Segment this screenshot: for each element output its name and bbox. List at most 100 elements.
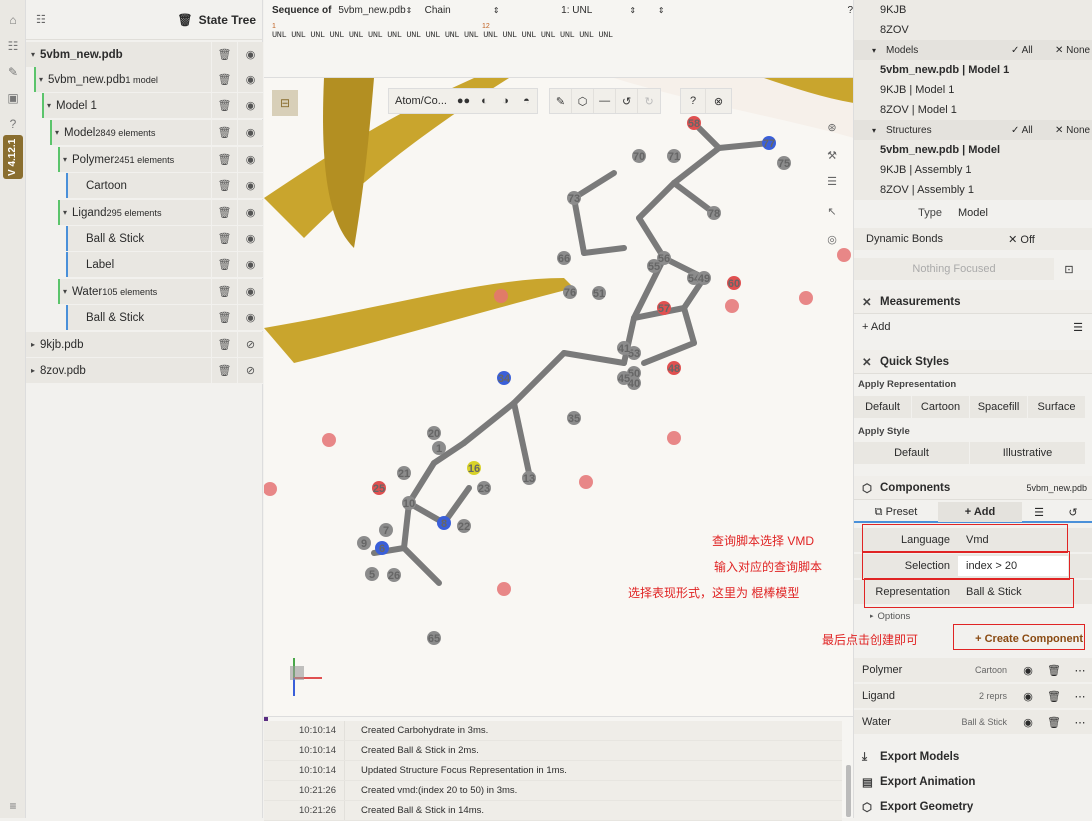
brush-icon[interactable]: ✎: [550, 89, 573, 113]
water-molecule[interactable]: [322, 433, 336, 447]
representation-button[interactable]: Spacefill: [970, 396, 1027, 418]
water-molecule[interactable]: [725, 299, 739, 313]
trash-icon[interactable]: 🗑: [211, 146, 237, 173]
sliders-icon[interactable]: ☰: [1022, 506, 1056, 519]
trash-icon[interactable]: 🗑: [211, 92, 237, 119]
structure-select[interactable]: 5vbm_new.pdb: [338, 5, 405, 16]
pencil-icon[interactable]: ✎: [5, 64, 21, 80]
eye-icon[interactable]: ◉: [1015, 690, 1041, 703]
molecule-canvas[interactable]: 58777570 717856735554 60485157535049764140…: [264, 78, 853, 716]
select-none-structures[interactable]: ✕ None: [1055, 125, 1092, 136]
tree-row[interactable]: Label 🗑 ◉: [66, 251, 263, 278]
close-icon[interactable]: ⊗: [706, 89, 731, 113]
structure-item[interactable]: 8ZOV | Assembly 1: [854, 180, 1092, 200]
select-all-models[interactable]: ✓ All: [1011, 45, 1055, 56]
trash-icon[interactable]: 🗑: [211, 251, 237, 278]
sliders-icon[interactable]: ☰: [1063, 321, 1092, 334]
eye-icon[interactable]: ◉: [237, 41, 263, 68]
eye-off-icon[interactable]: ⊘: [237, 357, 263, 384]
water-molecule[interactable]: [264, 482, 277, 496]
eye-icon[interactable]: ◉: [1015, 664, 1041, 677]
chevron-icon[interactable]: ▾: [26, 50, 40, 59]
lock-icon[interactable]: ⊟: [272, 90, 298, 116]
tree-row[interactable]: ▾ Polymer 2451 elements 🗑 ◉: [58, 146, 263, 173]
chevron-icon[interactable]: ▾: [50, 128, 64, 137]
trash-icon[interactable]: 🗑: [177, 13, 192, 27]
type-select[interactable]: Model: [950, 207, 988, 219]
tree-row[interactable]: ▾ Water 105 elements 🗑 ◉: [58, 278, 263, 305]
dynamic-bonds-toggle[interactable]: ✕ Off: [950, 233, 1092, 246]
eye-icon[interactable]: ◉: [237, 146, 263, 173]
eye-icon[interactable]: ◉: [237, 225, 263, 252]
representation-button[interactable]: Cartoon: [912, 396, 969, 418]
trash-icon[interactable]: 🗑: [1041, 690, 1067, 703]
water-molecule[interactable]: [579, 475, 593, 489]
chevron-icon[interactable]: ▾: [58, 208, 72, 217]
mode-label[interactable]: Atom/Co...: [389, 95, 453, 107]
minus-icon[interactable]: —: [594, 89, 617, 113]
toggle-icon[interactable]: ◓: [516, 89, 537, 113]
model-item[interactable]: 5vbm_new.pdb | Model 1: [854, 60, 1092, 80]
focus-icon[interactable]: ◎: [820, 228, 844, 252]
preset-button[interactable]: ⧉ Preset: [854, 506, 938, 519]
chevron-icon[interactable]: ▸: [26, 366, 40, 375]
trash-icon[interactable]: 🗑: [1041, 716, 1067, 729]
log-scrollbar[interactable]: [846, 765, 851, 817]
tree-row[interactable]: ▾ 5vbm_new.pdb 1 model 🗑 ◉: [34, 66, 263, 93]
component-row[interactable]: Polymer Cartoon ◉ 🗑 ⋯: [854, 658, 1092, 682]
focus-icon[interactable]: ⊡: [1054, 263, 1084, 276]
3d-viewport[interactable]: 58 77 75 70 71 78 56 73 55 54 60 48 51 57 53 50 49 76 41 40…: [264, 78, 853, 716]
trash-icon[interactable]: 🗑: [211, 172, 237, 199]
chevron-icon[interactable]: ▾: [58, 155, 72, 164]
trash-icon[interactable]: 🗑: [211, 225, 237, 252]
eye-icon[interactable]: ◉: [237, 92, 263, 119]
tree-row[interactable]: ▸ 9kjb.pdb 🗑 ⊘: [26, 331, 263, 358]
history-icon[interactable]: ↺: [616, 89, 639, 113]
wrench-icon[interactable]: ⚒: [820, 144, 844, 168]
chain-select[interactable]: 1: UNL: [561, 5, 629, 16]
eye-icon[interactable]: ◉: [237, 66, 263, 93]
tree-row[interactable]: ▾ Ligand 295 elements 🗑 ◉: [58, 199, 263, 226]
toggle-icon[interactable]: ●●: [453, 89, 474, 113]
list-item[interactable]: 8ZOV: [854, 20, 1092, 40]
representation-button[interactable]: Surface: [1028, 396, 1085, 418]
sequence-residues[interactable]: UNL UNL UNL UNL UNL UNL UNL UNL UNL UNL …: [272, 30, 613, 40]
help-icon[interactable]: ?: [5, 116, 21, 132]
structure-item[interactable]: 5vbm_new.pdb | Model: [854, 140, 1092, 160]
more-icon[interactable]: ⋯: [1067, 690, 1092, 703]
tree-row[interactable]: Ball & Stick 🗑 ◉: [66, 225, 263, 252]
toggle-icon[interactable]: ◐: [474, 89, 495, 113]
redo-icon[interactable]: ↻: [638, 89, 660, 113]
style-button[interactable]: Illustrative: [970, 442, 1085, 464]
export-geometry-section[interactable]: ⬡ Export Geometry: [854, 795, 1092, 819]
save-icon[interactable]: ▣: [5, 90, 21, 106]
more-icon[interactable]: ⋯: [1067, 716, 1092, 729]
water-molecule[interactable]: [667, 431, 681, 445]
trash-icon[interactable]: 🗑: [211, 278, 237, 305]
tree-row[interactable]: Ball & Stick 🗑 ◉: [66, 304, 263, 331]
model-item[interactable]: 9KJB | Model 1: [854, 80, 1092, 100]
model-item[interactable]: 8ZOV | Model 1: [854, 100, 1092, 120]
representation-button[interactable]: Default: [854, 396, 911, 418]
camera-reset-icon[interactable]: ⊛: [820, 116, 844, 140]
structure-item[interactable]: 9KJB | Assembly 1: [854, 160, 1092, 180]
trash-icon[interactable]: 🗑: [211, 119, 237, 146]
trash-icon[interactable]: 🗑: [211, 357, 237, 384]
chevron-icon[interactable]: ▸: [26, 340, 40, 349]
water-molecule[interactable]: [799, 291, 813, 305]
water-molecule[interactable]: [497, 582, 511, 596]
trash-icon[interactable]: 🗑: [211, 41, 237, 68]
tree-icon[interactable]: ☷: [5, 38, 21, 54]
select-all-structures[interactable]: ✓ All: [1011, 125, 1055, 136]
tree-row[interactable]: Cartoon 🗑 ◉: [66, 172, 263, 199]
chevron-icon[interactable]: ▾: [42, 101, 56, 110]
mode-select[interactable]: Chain: [425, 5, 493, 16]
trash-icon[interactable]: 🗑: [211, 331, 237, 358]
component-row[interactable]: Water Ball & Stick ◉ 🗑 ⋯: [854, 710, 1092, 734]
settings-icon[interactable]: ≡: [5, 798, 21, 814]
eye-icon[interactable]: ◉: [1015, 716, 1041, 729]
eye-icon[interactable]: ◉: [237, 304, 263, 331]
trash-icon[interactable]: 🗑: [1041, 664, 1067, 677]
eye-icon[interactable]: ◉: [237, 172, 263, 199]
home-icon[interactable]: ⌂: [5, 12, 21, 28]
